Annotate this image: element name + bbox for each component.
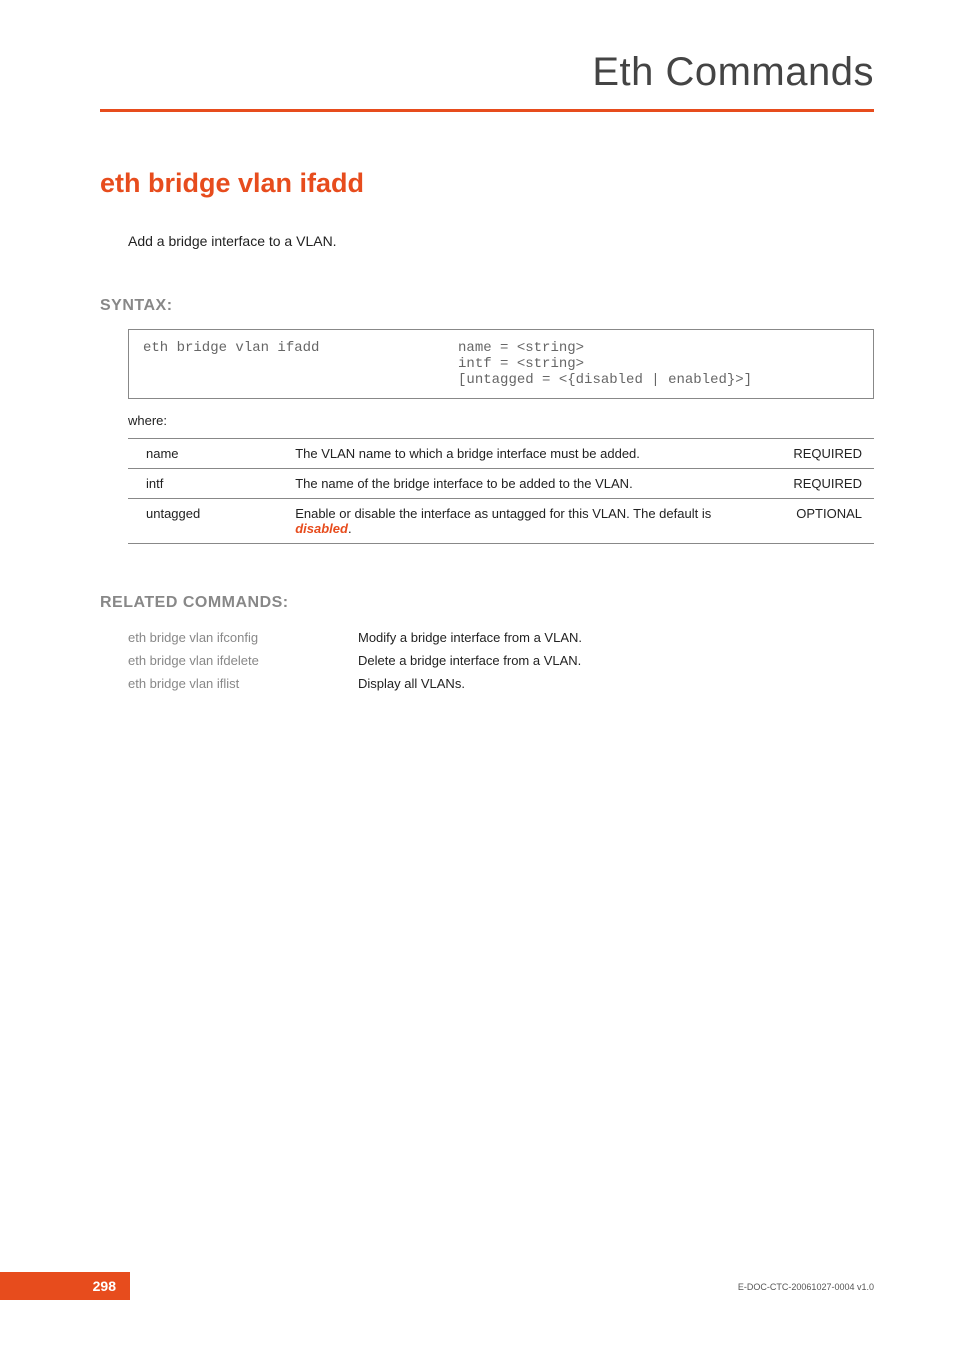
chapter-title: Eth Commands [100,50,874,109]
table-row: intf The name of the bridge interface to… [128,469,874,499]
param-desc-pre: Enable or disable the interface as untag… [295,506,711,521]
command-description: Add a bridge interface to a VLAN. [128,233,874,249]
syntax-label: SYNTAX: [100,297,874,315]
command-title: eth bridge vlan ifadd [100,168,874,199]
syntax-command: eth bridge vlan ifadd [143,340,458,388]
where-label: where: [128,413,874,428]
param-desc-em: disabled [295,521,348,536]
param-desc: The VLAN name to which a bridge interfac… [277,439,740,469]
related-desc: Display all VLANs. [358,672,582,695]
param-desc-post: . [348,521,352,536]
related-label: RELATED COMMANDS: [100,594,874,612]
table-row: name The VLAN name to which a bridge int… [128,439,874,469]
param-desc: The name of the bridge interface to be a… [277,469,740,499]
table-row: eth bridge vlan iflist Display all VLANs… [128,672,582,695]
syntax-args: name = <string> intf = <string> [untagge… [458,340,859,388]
syntax-box: eth bridge vlan ifadd name = <string> in… [128,329,874,399]
param-name: intf [128,469,277,499]
related-cmd[interactable]: eth bridge vlan iflist [128,672,358,695]
param-req: OPTIONAL [740,499,874,544]
related-table: eth bridge vlan ifconfig Modify a bridge… [128,626,582,695]
related-cmd[interactable]: eth bridge vlan ifconfig [128,626,358,649]
related-desc: Delete a bridge interface from a VLAN. [358,649,582,672]
param-name: name [128,439,277,469]
table-row: eth bridge vlan ifdelete Delete a bridge… [128,649,582,672]
table-row: eth bridge vlan ifconfig Modify a bridge… [128,626,582,649]
param-desc: Enable or disable the interface as untag… [277,499,740,544]
params-table: name The VLAN name to which a bridge int… [128,438,874,544]
param-req: REQUIRED [740,469,874,499]
related-desc: Modify a bridge interface from a VLAN. [358,626,582,649]
page-number: 298 [0,1272,130,1300]
param-req: REQUIRED [740,439,874,469]
related-cmd[interactable]: eth bridge vlan ifdelete [128,649,358,672]
doc-id: E-DOC-CTC-20061027-0004 v1.0 [738,1282,874,1292]
table-row: untagged Enable or disable the interface… [128,499,874,544]
header-rule [100,109,874,112]
page-container: Eth Commands eth bridge vlan ifadd Add a… [0,0,954,1350]
param-name: untagged [128,499,277,544]
